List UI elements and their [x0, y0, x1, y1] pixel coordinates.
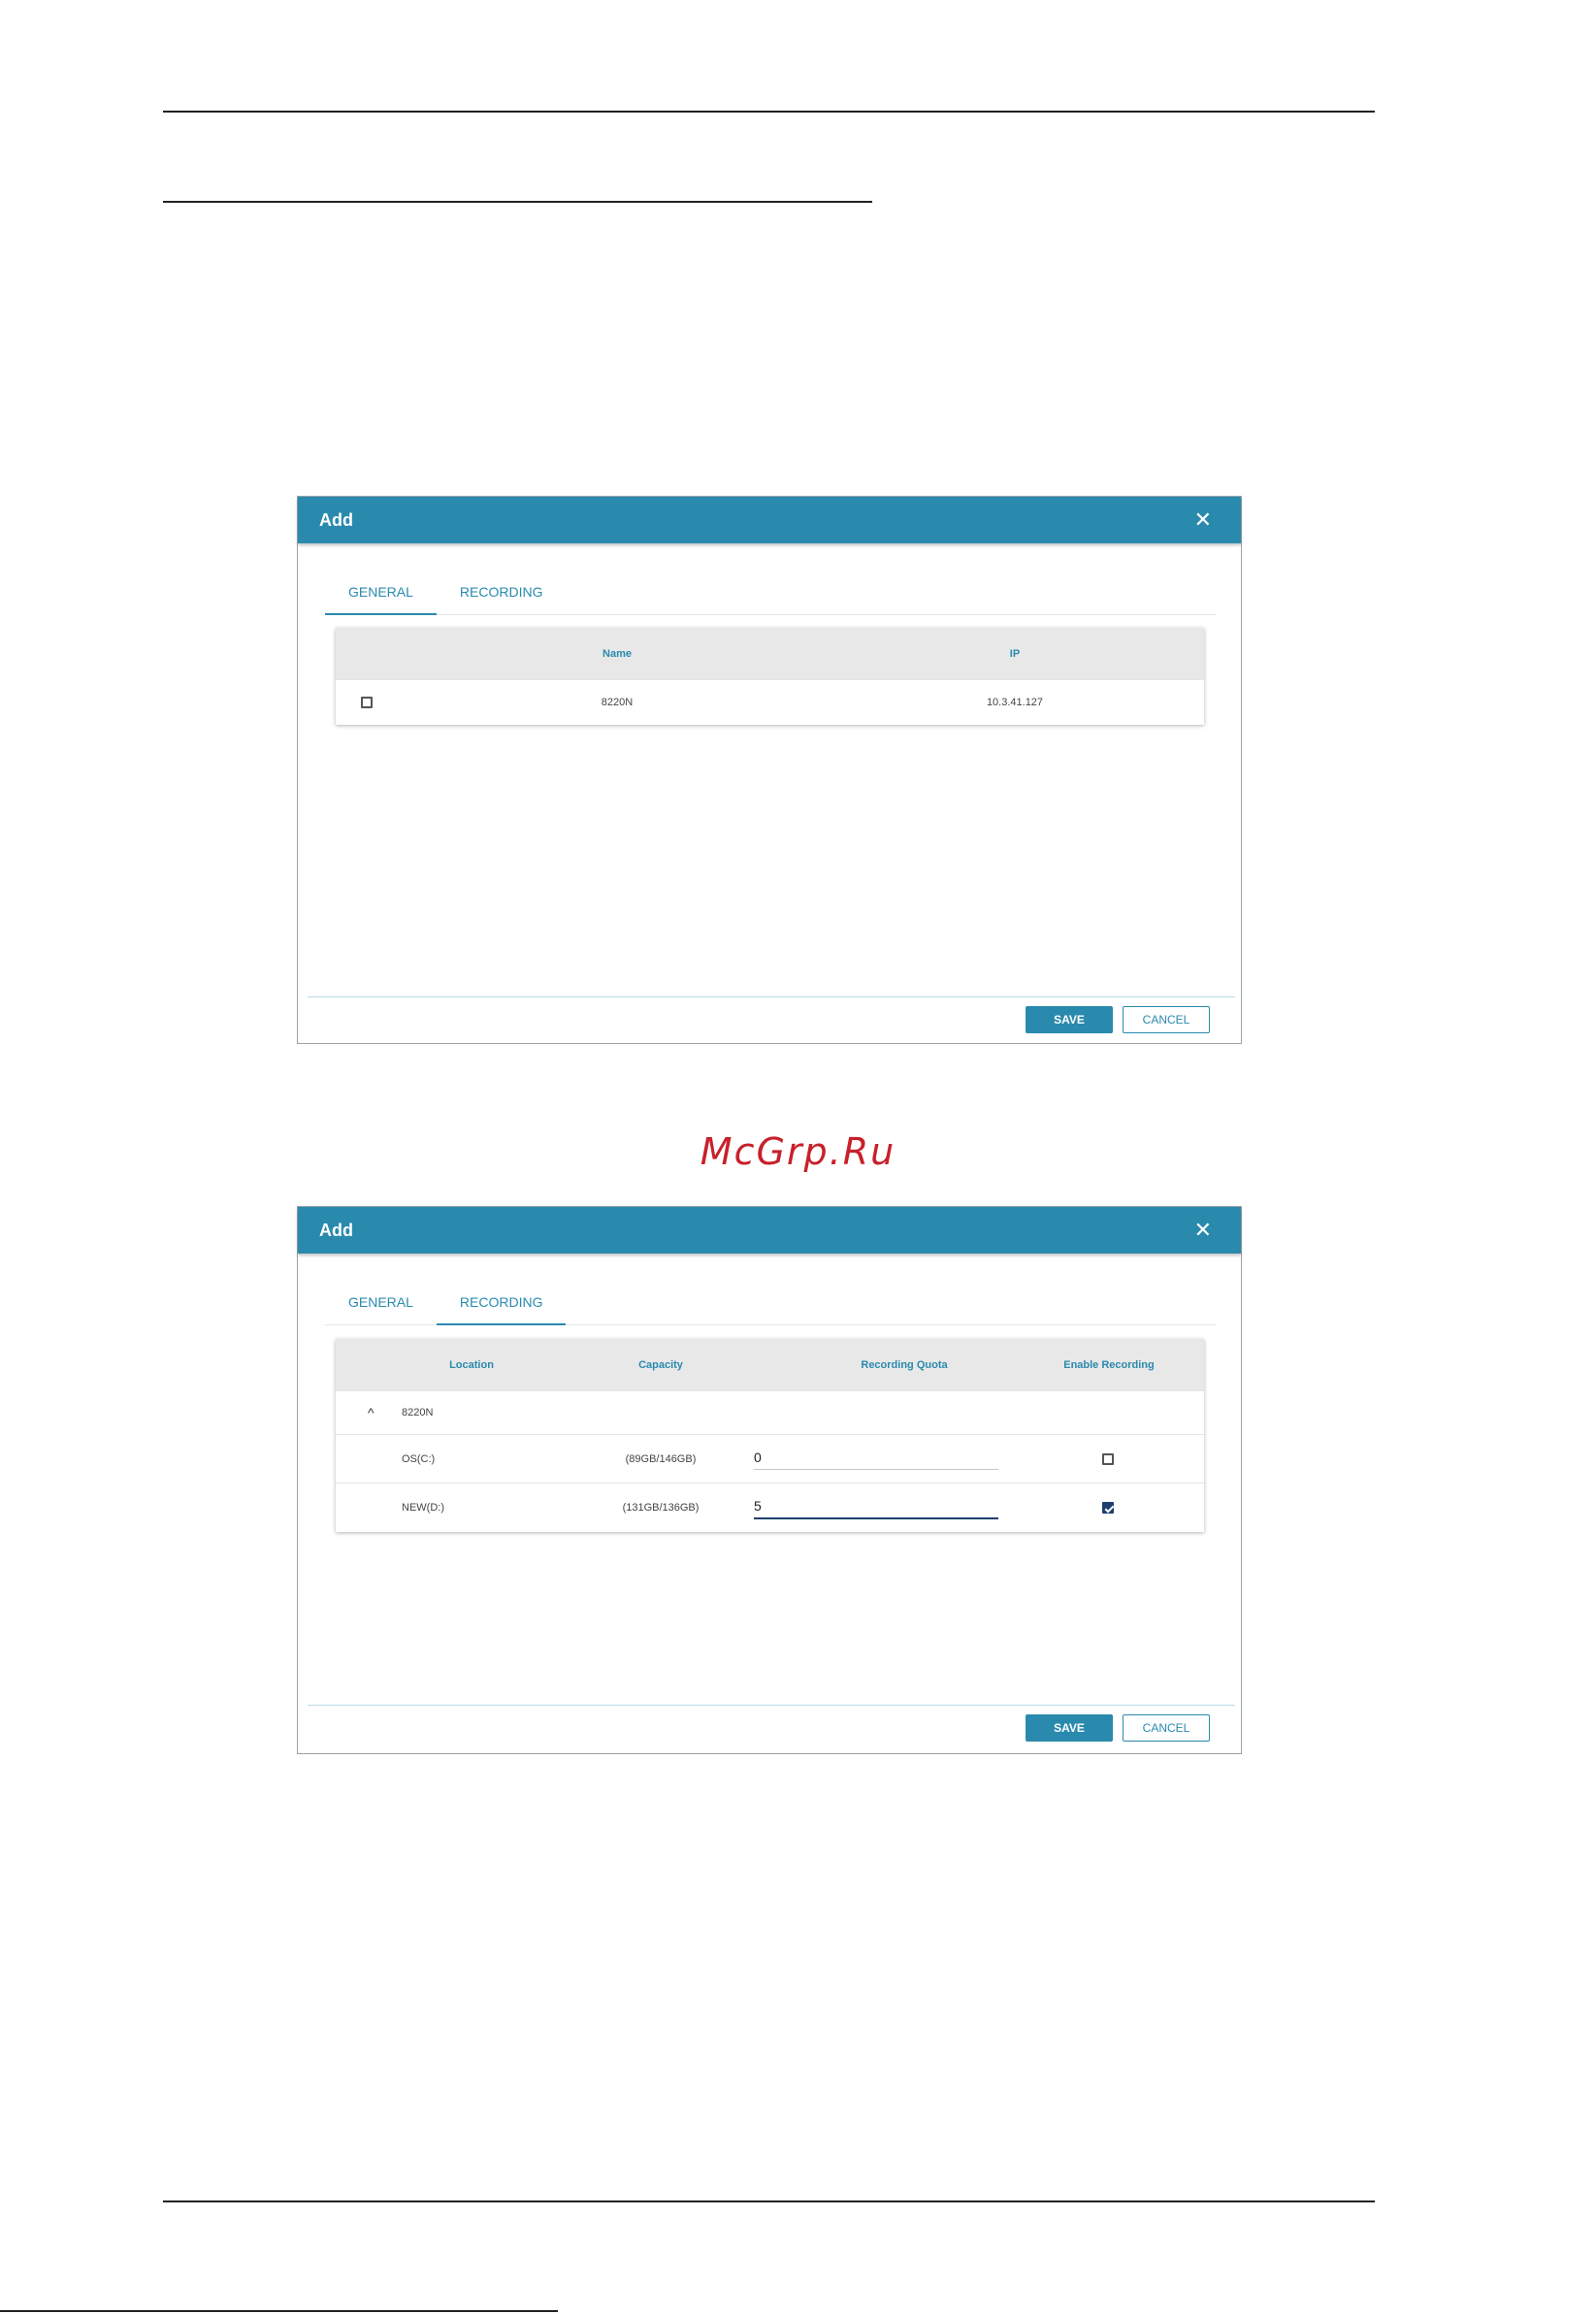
add-dialog-general: Add ✕ GENERAL RECORDING Name IP 8220N 10… [297, 496, 1242, 1044]
group-row[interactable]: ^ 8220N [336, 1390, 1204, 1434]
dialog-footer: SAVE CANCEL [308, 1705, 1235, 1750]
tab-general[interactable]: GENERAL [325, 1280, 437, 1323]
tab-recording[interactable]: RECORDING [437, 570, 567, 613]
quota-input[interactable] [754, 1448, 998, 1470]
dialog-footer: SAVE CANCEL [308, 996, 1235, 1042]
quota-input[interactable] [754, 1496, 998, 1519]
dialog-title: Add [319, 1220, 353, 1240]
watermark: McGrp.Ru [700, 1130, 896, 1173]
save-button[interactable]: SAVE [1026, 1714, 1113, 1742]
location-cell: NEW(D:) [402, 1502, 444, 1514]
recording-table: Location Capacity Recording Quota Enable… [336, 1339, 1204, 1532]
cancel-button[interactable]: CANCEL [1123, 1714, 1210, 1742]
device-name: 8220N [601, 697, 634, 708]
enable-checkbox-cell [1102, 1435, 1114, 1483]
table-header: Name IP [336, 628, 1204, 679]
column-header-name: Name [603, 647, 632, 660]
footer-rule [0, 2310, 558, 2312]
group-name: 8220N [402, 1407, 434, 1418]
table-row: NEW(D:) (131GB/136GB) [336, 1483, 1204, 1532]
table-header: Location Capacity Recording Quota Enable… [336, 1339, 1204, 1390]
table-row[interactable]: 8220N 10.3.41.127 [336, 679, 1204, 725]
column-header-enable: Enable Recording [1063, 1358, 1155, 1371]
bottom-rule [163, 2200, 1375, 2202]
device-ip: 10.3.41.127 [986, 697, 1044, 708]
section-rule [163, 201, 872, 203]
enable-recording-checkbox[interactable] [1102, 1452, 1114, 1465]
quota-field [754, 1435, 998, 1483]
column-header-ip: IP [1009, 647, 1021, 660]
device-table: Name IP 8220N 10.3.41.127 [336, 628, 1204, 725]
chevron-up-icon[interactable]: ^ [368, 1391, 387, 1434]
location-cell: OS(C:) [402, 1452, 436, 1465]
dialog-header: Add ✕ [298, 497, 1241, 543]
dialog-title: Add [319, 509, 353, 530]
tab-general[interactable]: GENERAL [325, 570, 437, 615]
enable-recording-checkbox[interactable] [1102, 1502, 1114, 1514]
close-icon[interactable]: ✕ [1194, 1220, 1212, 1241]
column-header-capacity: Capacity [638, 1358, 683, 1371]
table-row: OS(C:) (89GB/146GB) [336, 1434, 1204, 1483]
column-header-quota: Recording Quota [861, 1358, 948, 1371]
dialog-header: Add ✕ [298, 1207, 1241, 1254]
capacity-cell: (131GB/136GB) [622, 1502, 700, 1514]
top-rule [163, 111, 1375, 113]
tab-bar: GENERAL RECORDING [325, 570, 1216, 615]
cancel-button[interactable]: CANCEL [1123, 1006, 1210, 1033]
row-checkbox-cell [361, 680, 380, 725]
save-button[interactable]: SAVE [1026, 1006, 1113, 1033]
add-dialog-recording: Add ✕ GENERAL RECORDING Location Capacit… [297, 1206, 1242, 1754]
tab-recording[interactable]: RECORDING [436, 1280, 567, 1325]
row-checkbox[interactable] [361, 697, 373, 708]
enable-checkbox-cell [1102, 1483, 1114, 1532]
close-icon[interactable]: ✕ [1194, 509, 1212, 531]
tab-bar: GENERAL RECORDING [325, 1280, 1216, 1325]
column-header-location: Location [449, 1358, 494, 1371]
capacity-cell: (89GB/146GB) [625, 1452, 697, 1465]
quota-field [754, 1483, 998, 1532]
